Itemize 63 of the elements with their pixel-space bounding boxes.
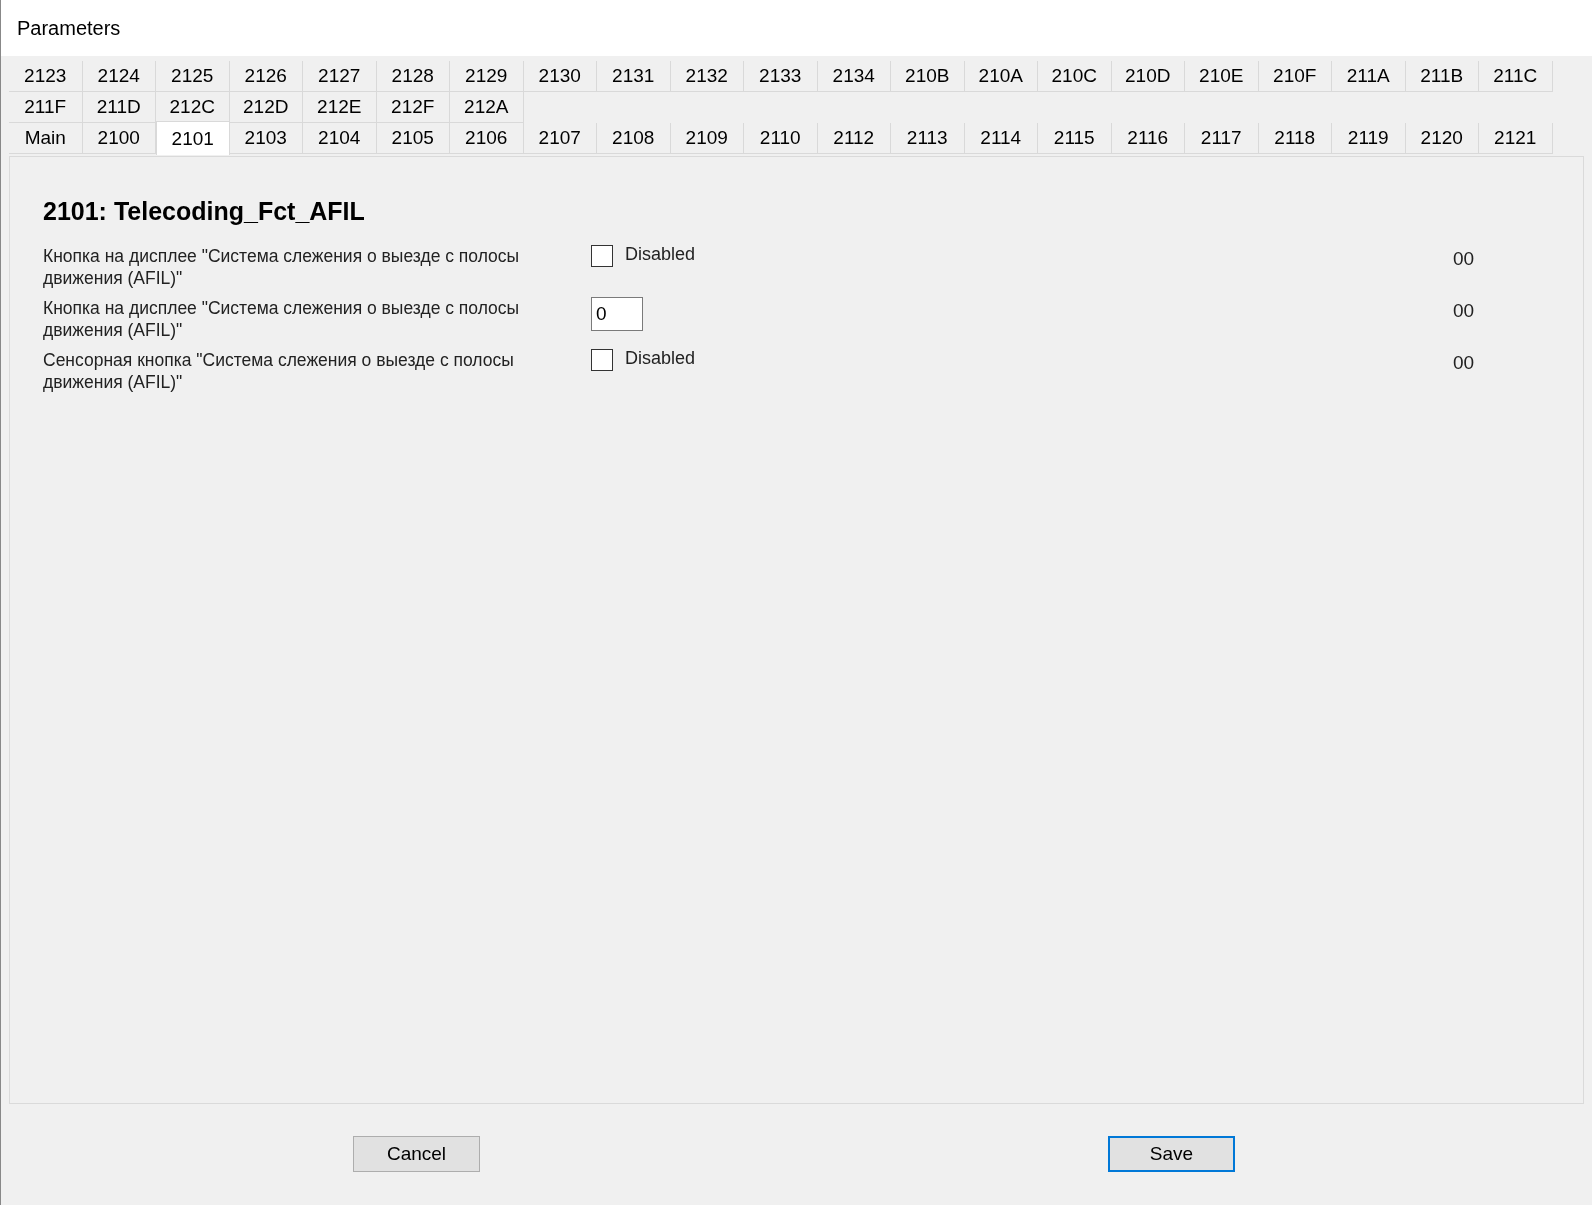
tab[interactable]: 2133 (744, 61, 818, 92)
dialog-button[interactable]: Save (1108, 1136, 1235, 1172)
field-label: Кнопка на дисплее "Система слежения о выезде с полосы движения (AFIL)" (43, 244, 521, 289)
tab[interactable]: 2129 (450, 61, 524, 92)
checkbox-label: Disabled (625, 242, 696, 266)
tab[interactable]: 2134 (817, 61, 891, 92)
tab[interactable]: 211B (1405, 61, 1479, 92)
tab[interactable]: 211F (9, 92, 83, 123)
tab[interactable]: 211A (1332, 61, 1406, 92)
tab[interactable]: 2118 (1258, 123, 1332, 154)
tab[interactable]: 2130 (523, 61, 597, 92)
tab[interactable]: 2114 (964, 123, 1038, 154)
tab[interactable]: 2120 (1405, 123, 1479, 154)
tab[interactable]: 2127 (303, 61, 377, 92)
tab[interactable]: 211C (1479, 61, 1553, 92)
checkbox-label: Disabled (625, 346, 696, 370)
tab[interactable]: 2115 (1038, 123, 1112, 154)
dialog-button[interactable]: Cancel (353, 1136, 480, 1172)
tab[interactable]: 2104 (303, 123, 377, 154)
tab[interactable]: 210B (891, 61, 965, 92)
tab[interactable]: 2107 (523, 123, 597, 154)
window-title: Parameters (17, 16, 121, 41)
tab[interactable]: 2128 (376, 61, 450, 92)
tab[interactable]: 2119 (1332, 123, 1406, 154)
tab[interactable]: 2117 (1185, 123, 1259, 154)
field-label: Кнопка на дисплее "Система слежения о выезде с полосы движения (AFIL)" (43, 296, 521, 341)
checkbox[interactable] (591, 245, 613, 267)
section-heading: 2101: Telecoding_Fct_AFIL (43, 196, 366, 227)
tab[interactable]: 2106 (450, 123, 524, 154)
tab[interactable]: 2100 (82, 123, 156, 154)
tab[interactable]: 210A (964, 61, 1038, 92)
tab[interactable]: 2105 (376, 123, 450, 154)
value-text: 00 (1453, 246, 1475, 271)
tab[interactable]: 2116 (1111, 123, 1185, 154)
tab[interactable]: 212E (303, 92, 377, 123)
tab[interactable]: 210D (1111, 61, 1185, 92)
tab[interactable]: 2113 (891, 123, 965, 154)
checkbox[interactable] (591, 349, 613, 371)
tab[interactable]: 210C (1038, 61, 1112, 92)
tab[interactable]: 210F (1258, 61, 1332, 92)
tab[interactable]: 212F (376, 92, 450, 123)
tab[interactable]: 2109 (670, 123, 744, 154)
tab[interactable]: 2101 (156, 121, 230, 155)
tab[interactable]: 2124 (82, 61, 156, 92)
tab[interactable]: 212D (229, 92, 303, 123)
field-label: Сенсорная кнопка "Система слежения о выезде с полосы движения (AFIL)" (43, 348, 515, 393)
tab[interactable]: 2125 (156, 61, 230, 92)
input-field[interactable]: 0 (591, 296, 643, 331)
tab[interactable]: 2103 (229, 123, 303, 154)
tab[interactable]: 211D (82, 92, 156, 123)
tab[interactable]: 2131 (597, 61, 671, 92)
tab[interactable]: 2126 (229, 61, 303, 92)
tab[interactable]: 2132 (670, 61, 744, 92)
value-text: 00 (1453, 350, 1475, 375)
tab[interactable]: 2121 (1479, 123, 1553, 154)
tab[interactable]: 210E (1185, 61, 1259, 92)
tab[interactable]: 2108 (597, 123, 671, 154)
tab[interactable]: Main (9, 123, 83, 154)
tab[interactable]: 2110 (744, 123, 818, 154)
value-text: 00 (1453, 298, 1475, 323)
tab[interactable]: 2112 (817, 123, 891, 154)
tab[interactable]: 2123 (9, 61, 83, 92)
tab[interactable]: 212A (450, 92, 524, 123)
